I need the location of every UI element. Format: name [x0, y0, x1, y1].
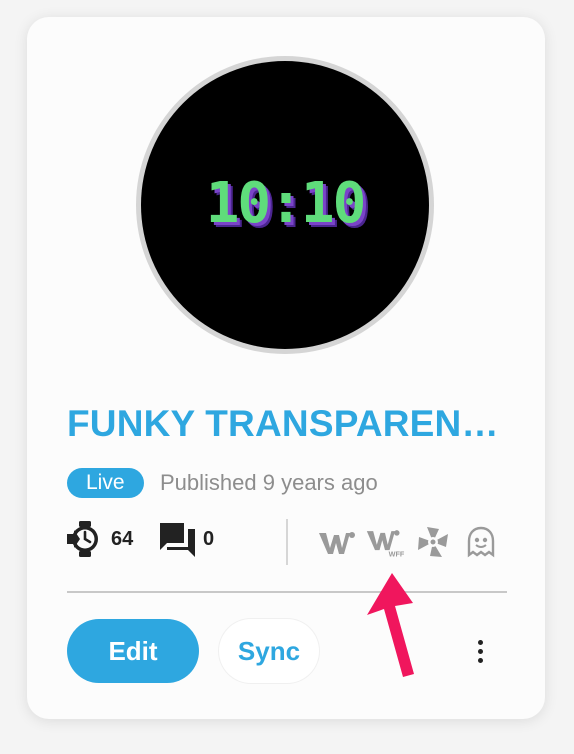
- annotation-arrow: [367, 573, 414, 677]
